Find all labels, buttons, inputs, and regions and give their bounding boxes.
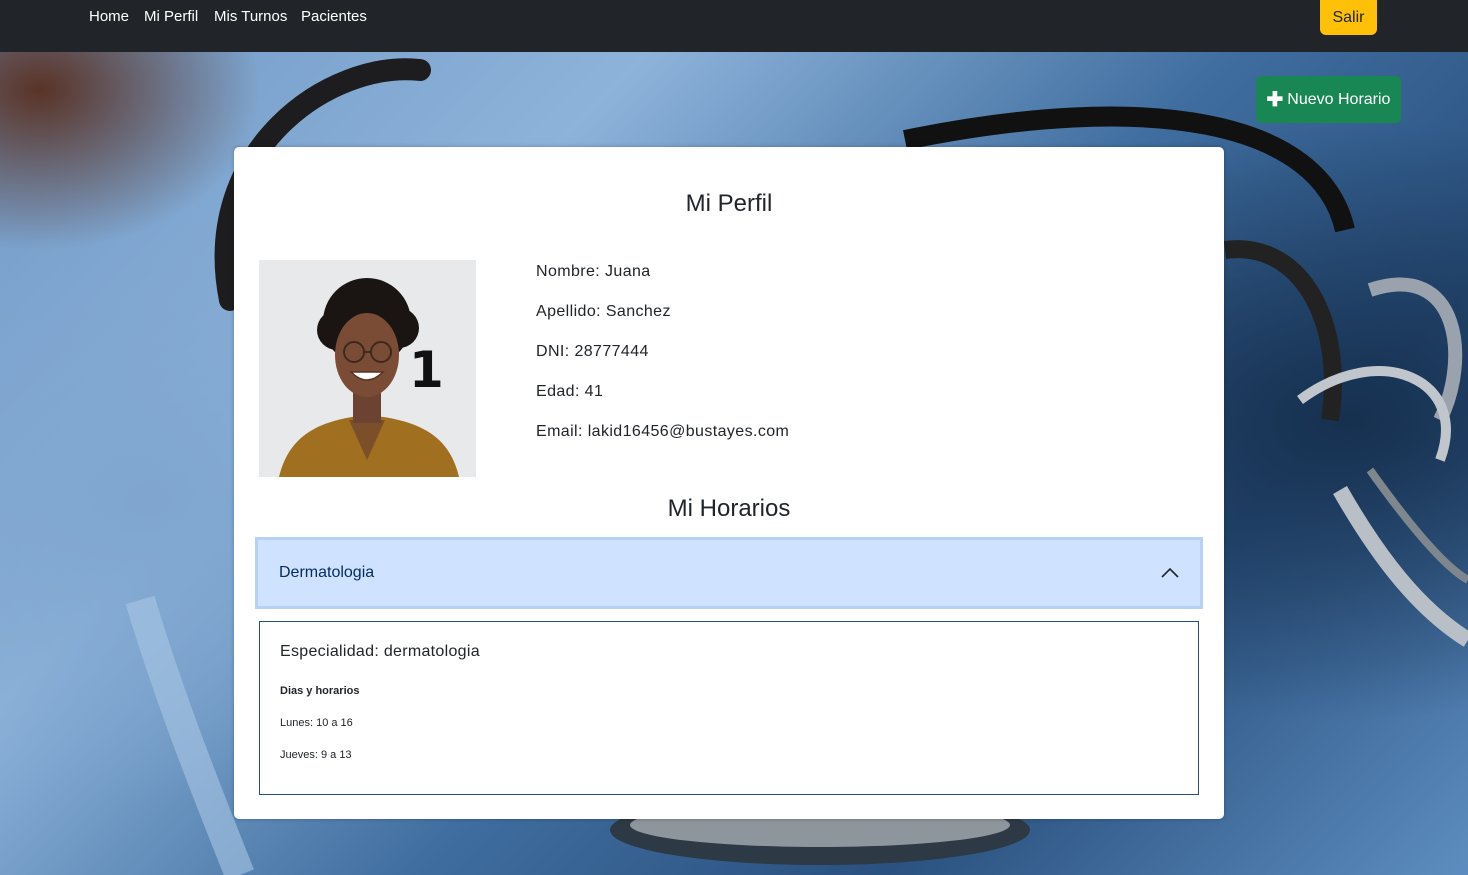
- logout-button[interactable]: Salir: [1320, 0, 1377, 35]
- dias-horarios-heading: Dias y horarios: [280, 685, 360, 697]
- profile-title: Mi Perfil: [685, 190, 773, 217]
- new-schedule-button[interactable]: ✚ Nuevo Horario: [1256, 76, 1401, 123]
- photo-badge: 1: [409, 341, 444, 399]
- accordion-header-dermatologia[interactable]: Dermatologia: [255, 537, 1203, 609]
- nav-link-mi-perfil[interactable]: Mi Perfil: [144, 8, 198, 25]
- email-text: Email: lakid16456@bustayes.com: [536, 423, 790, 440]
- nav-link-pacientes[interactable]: Pacientes: [301, 8, 367, 25]
- accordion-body: Especialidad: dermatologia Dias y horari…: [259, 621, 1199, 795]
- edad-text: Edad: 41: [536, 383, 604, 400]
- nombre-text: Nombre: Juana: [536, 263, 651, 280]
- apellido-text: Apellido: Sanchez: [536, 303, 671, 320]
- new-schedule-label: Nuevo Horario: [1287, 90, 1391, 108]
- nav-link-home[interactable]: Home: [89, 8, 129, 25]
- especialidad-text: Especialidad: dermatologia: [280, 643, 480, 660]
- nav-link-mis-turnos[interactable]: Mis Turnos: [214, 8, 287, 25]
- schedule-day-item: Jueves: 9 a 13: [280, 749, 352, 761]
- schedules-title: Mi Horarios: [667, 495, 791, 522]
- dni-text: DNI: 28777444: [536, 343, 649, 360]
- top-navbar: Home Mi Perfil Mis Turnos Pacientes Sali…: [0, 0, 1468, 52]
- profile-photo: 1: [259, 260, 476, 477]
- accordion-header-label: Dermatologia: [279, 564, 375, 581]
- profile-card: Mi Perfil 1 Nombre: Juana Apellido: Sanc…: [234, 147, 1224, 819]
- schedule-day-item: Lunes: 10 a 16: [280, 717, 353, 729]
- plus-icon: ✚: [1266, 88, 1284, 111]
- chevron-up-icon: [1161, 567, 1179, 578]
